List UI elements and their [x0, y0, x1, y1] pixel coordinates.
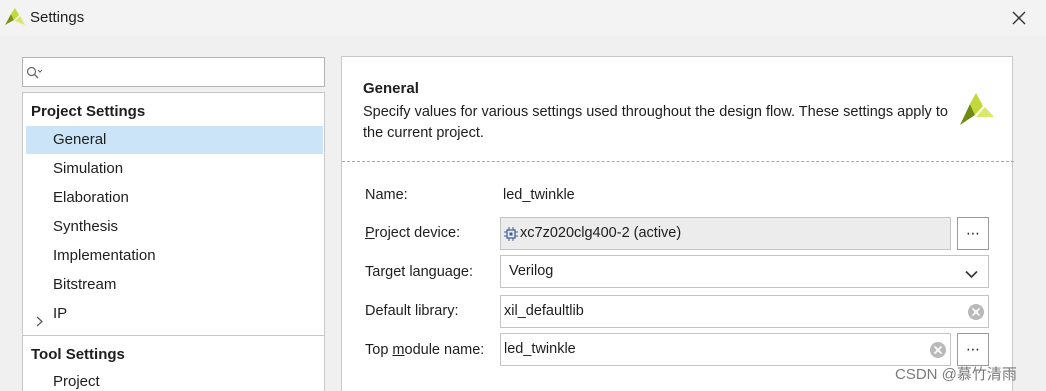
project-settings-header: Project Settings	[31, 103, 146, 120]
tree-item-label: IP	[53, 305, 68, 322]
tool-settings-tree: Tool Settings Project	[22, 335, 325, 391]
more-icon: ⋯	[966, 341, 980, 357]
vivado-logo-icon	[957, 91, 995, 130]
chevron-down-icon	[965, 267, 978, 283]
tree-item-synthesis[interactable]: Synthesis	[26, 213, 323, 241]
clear-icon[interactable]	[967, 303, 985, 325]
search-icon	[26, 66, 43, 83]
tree-item-bitstream[interactable]: Bitstream	[26, 271, 323, 299]
tool-settings-header: Tool Settings	[31, 346, 125, 363]
separator	[342, 161, 1014, 162]
tree-item-elaboration[interactable]: Elaboration	[26, 184, 323, 212]
panel-title: General	[363, 80, 419, 97]
default-library-value: xil_defaultlib	[504, 303, 584, 319]
project-name-value: led_twinkle	[503, 187, 575, 203]
tree-item-project[interactable]: Project	[26, 368, 323, 391]
project-device-field: xc7z020clg400-2 (active)	[500, 217, 951, 250]
target-language-label: Target language:	[365, 264, 474, 280]
more-icon: ⋯	[966, 225, 980, 241]
tree-item-ip[interactable]: IP	[26, 300, 323, 328]
name-label: Name:	[365, 187, 408, 203]
tree-item-general[interactable]: General	[26, 126, 323, 154]
default-library-label: Default library:	[365, 303, 459, 319]
tree-item-simulation[interactable]: Simulation	[26, 155, 323, 183]
window-title: Settings	[30, 9, 85, 26]
general-settings-panel: General Specify values for various setti…	[341, 56, 1014, 391]
close-button[interactable]	[1003, 3, 1035, 33]
default-library-input[interactable]: xil_defaultlib	[500, 295, 989, 328]
close-icon	[1012, 11, 1026, 25]
chip-icon	[504, 227, 518, 245]
clear-icon[interactable]	[929, 341, 947, 363]
select-top-module-button[interactable]: ⋯	[957, 333, 989, 366]
panel-description: Specify values for various settings used…	[363, 104, 948, 141]
select-device-button[interactable]: ⋯	[957, 217, 989, 250]
title-bar: Settings	[0, 0, 1046, 36]
vivado-logo-icon	[5, 8, 25, 29]
top-module-value: led_twinkle	[504, 341, 576, 357]
project-device-label: Project device:	[365, 225, 461, 241]
top-module-label: Top module name:	[365, 342, 485, 358]
target-language-value: Verilog	[509, 263, 554, 279]
chevron-right-icon[interactable]	[36, 309, 43, 337]
watermark: CSDN @慕竹清雨	[895, 366, 1017, 383]
tree-item-implementation[interactable]: Implementation	[26, 242, 323, 270]
settings-search-input[interactable]	[22, 57, 325, 87]
target-language-select[interactable]: Verilog	[500, 255, 989, 288]
settings-tree: Project Settings General Simulation Elab…	[22, 92, 325, 337]
top-module-input[interactable]: led_twinkle	[500, 333, 951, 366]
project-device-value: xc7z020clg400-2 (active)	[520, 225, 682, 241]
